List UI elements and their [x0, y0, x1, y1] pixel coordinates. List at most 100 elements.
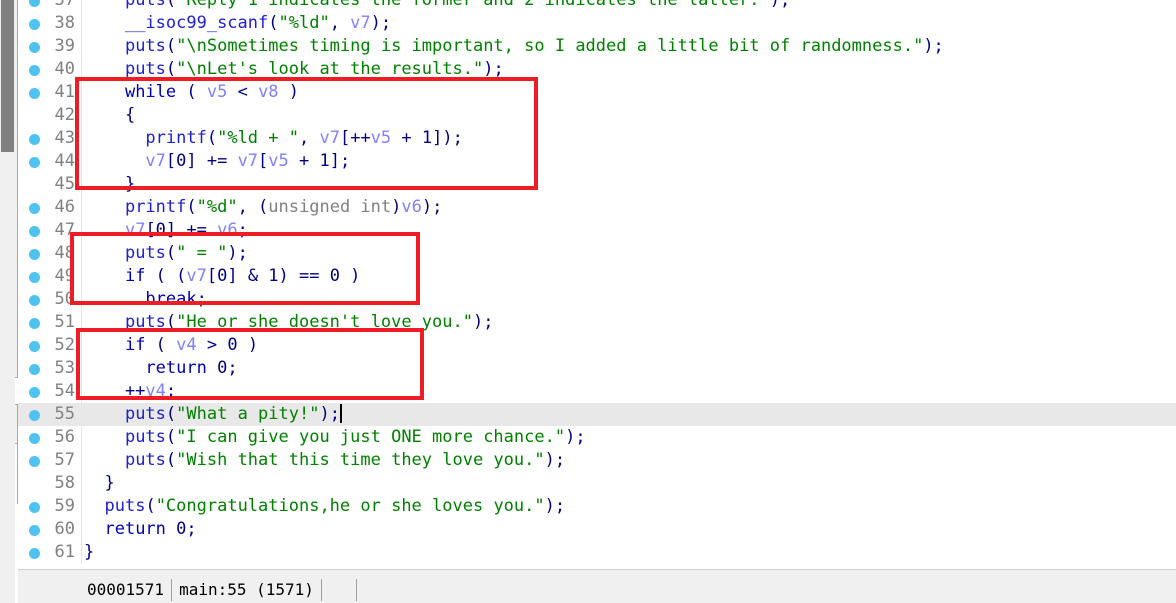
line-gutter[interactable]: 48	[18, 242, 81, 265]
code-line[interactable]: 40 puts("\nLet's look at the results.");	[18, 58, 1176, 81]
code-text[interactable]: ++v4;	[84, 380, 176, 403]
breakpoint-marker-icon[interactable]	[29, 272, 40, 283]
vertical-scrollbar[interactable]	[0, 0, 15, 603]
pseudocode-editor[interactable]: 37 puts("Reply 1 indicates the former an…	[18, 0, 1176, 569]
line-gutter[interactable]: 46	[18, 196, 81, 219]
code-text[interactable]: return 0;	[84, 518, 196, 541]
code-line[interactable]: 47 v7[0] += v6;	[18, 219, 1176, 242]
code-line[interactable]: 38 __isoc99_scanf("%ld", v7);	[18, 12, 1176, 35]
code-line[interactable]: 58 }	[18, 472, 1176, 495]
code-text[interactable]: if ( (v7[0] & 1) == 0 )	[84, 265, 360, 288]
code-text[interactable]: }	[84, 472, 114, 495]
code-line[interactable]: 39 puts("\nSometimes timing is important…	[18, 35, 1176, 58]
code-text[interactable]: puts(" = ");	[84, 242, 248, 265]
breakpoint-marker-icon[interactable]	[29, 387, 40, 398]
breakpoint-marker-icon[interactable]	[29, 226, 40, 237]
line-gutter[interactable]: 49	[18, 265, 81, 288]
code-text[interactable]: }	[84, 173, 135, 196]
code-line[interactable]: 51 puts("He or she doesn't love you.");	[18, 311, 1176, 334]
code-text[interactable]: printf("%d", (unsigned int)v6);	[84, 196, 442, 219]
code-line[interactable]: 50 break;	[18, 288, 1176, 311]
line-gutter[interactable]: 56	[18, 426, 81, 449]
line-gutter[interactable]: 60	[18, 518, 81, 541]
breakpoint-marker-icon[interactable]	[29, 433, 40, 444]
breakpoint-marker-icon[interactable]	[29, 318, 40, 329]
code-line[interactable]: 45 }	[18, 173, 1176, 196]
line-gutter[interactable]: 53	[18, 357, 81, 380]
line-gutter[interactable]: 41	[18, 81, 81, 104]
code-text[interactable]: puts("Reply 1 indicates the former and 2…	[84, 0, 790, 12]
code-line[interactable]: 49 if ( (v7[0] & 1) == 0 )	[18, 265, 1176, 288]
breakpoint-marker-icon[interactable]	[29, 134, 40, 145]
code-text[interactable]: if ( v4 > 0 )	[84, 334, 258, 357]
line-gutter[interactable]: 42	[18, 104, 81, 127]
line-gutter[interactable]: 61	[18, 541, 81, 564]
breakpoint-marker-icon[interactable]	[29, 19, 40, 30]
code-line[interactable]: 57 puts("Wish that this time they love y…	[18, 449, 1176, 472]
code-text[interactable]: v7[0] += v6;	[84, 219, 248, 242]
code-line[interactable]: 54 ++v4;	[18, 380, 1176, 403]
code-text[interactable]: puts("Congratulations,he or she loves yo…	[84, 495, 565, 518]
breakpoint-marker-icon[interactable]	[29, 341, 40, 352]
line-gutter[interactable]: 44	[18, 150, 81, 173]
code-text[interactable]: __isoc99_scanf("%ld", v7);	[84, 12, 391, 35]
line-gutter[interactable]: 47	[18, 219, 81, 242]
line-gutter[interactable]: 50	[18, 288, 81, 311]
code-text[interactable]: puts("He or she doesn't love you.");	[84, 311, 494, 334]
code-text[interactable]: printf("%ld + ", v7[++v5 + 1]);	[84, 127, 462, 150]
line-gutter[interactable]: 58	[18, 472, 81, 495]
code-line[interactable]: 56 puts("I can give you just ONE more ch…	[18, 426, 1176, 449]
code-line[interactable]: 43 printf("%ld + ", v7[++v5 + 1]);	[18, 127, 1176, 150]
breakpoint-marker-icon[interactable]	[29, 42, 40, 53]
code-text[interactable]: while ( v5 < v8 )	[84, 81, 299, 104]
code-line[interactable]: 61}	[18, 541, 1176, 564]
code-text[interactable]: break;	[84, 288, 206, 311]
breakpoint-marker-icon[interactable]	[29, 0, 40, 7]
breakpoint-marker-icon[interactable]	[29, 249, 40, 260]
breakpoint-marker-icon[interactable]	[29, 88, 40, 99]
breakpoint-marker-icon[interactable]	[29, 456, 40, 467]
line-gutter[interactable]: 51	[18, 311, 81, 334]
code-line[interactable]: 46 printf("%d", (unsigned int)v6);	[18, 196, 1176, 219]
breakpoint-marker-icon[interactable]	[29, 502, 40, 513]
code-text[interactable]: return 0;	[84, 357, 237, 380]
breakpoint-marker-icon[interactable]	[29, 525, 40, 536]
line-gutter[interactable]: 39	[18, 35, 81, 58]
code-text[interactable]: puts("\nLet's look at the results.");	[84, 58, 504, 81]
code-text[interactable]: puts("Wish that this time they love you.…	[84, 449, 565, 472]
line-gutter[interactable]: 59	[18, 495, 81, 518]
code-line[interactable]: 37 puts("Reply 1 indicates the former an…	[18, 0, 1176, 12]
code-line[interactable]: 55 puts("What a pity!");	[18, 403, 1176, 426]
breakpoint-marker-icon[interactable]	[29, 295, 40, 306]
code-text[interactable]: v7[0] += v7[v5 + 1];	[84, 150, 350, 173]
code-text[interactable]: }	[84, 541, 94, 564]
code-text[interactable]: puts("I can give you just ONE more chanc…	[84, 426, 586, 449]
code-line[interactable]: 48 puts(" = ");	[18, 242, 1176, 265]
breakpoint-marker-icon[interactable]	[29, 548, 40, 559]
breakpoint-marker-icon[interactable]	[29, 157, 40, 168]
line-gutter[interactable]: 40	[18, 58, 81, 81]
breakpoint-marker-icon[interactable]	[29, 410, 40, 421]
code-line[interactable]: 44 v7[0] += v7[v5 + 1];	[18, 150, 1176, 173]
code-text[interactable]: puts("\nSometimes timing is important, s…	[84, 35, 944, 58]
code-line[interactable]: 41 while ( v5 < v8 )	[18, 81, 1176, 104]
breakpoint-marker-icon[interactable]	[29, 203, 40, 214]
line-gutter[interactable]: 55	[18, 403, 81, 426]
code-line[interactable]: 59 puts("Congratulations,he or she loves…	[18, 495, 1176, 518]
code-line[interactable]: 42 {	[18, 104, 1176, 127]
line-gutter[interactable]: 45	[18, 173, 81, 196]
line-gutter[interactable]: 54	[18, 380, 81, 403]
line-gutter[interactable]: 52	[18, 334, 81, 357]
line-gutter[interactable]: 57	[18, 449, 81, 472]
breakpoint-marker-icon[interactable]	[29, 364, 40, 375]
code-text[interactable]: puts("What a pity!");	[84, 403, 342, 426]
breakpoint-marker-icon[interactable]	[29, 65, 40, 76]
code-line[interactable]: 52 if ( v4 > 0 )	[18, 334, 1176, 357]
scrollbar-thumb[interactable]	[1, 0, 14, 152]
line-gutter[interactable]: 37	[18, 0, 81, 12]
code-line[interactable]: 60 return 0;	[18, 518, 1176, 541]
code-line[interactable]: 53 return 0;	[18, 357, 1176, 380]
code-text[interactable]: {	[84, 104, 135, 127]
code-lines-container[interactable]: 37 puts("Reply 1 indicates the former an…	[18, 0, 1176, 564]
line-gutter[interactable]: 38	[18, 12, 81, 35]
